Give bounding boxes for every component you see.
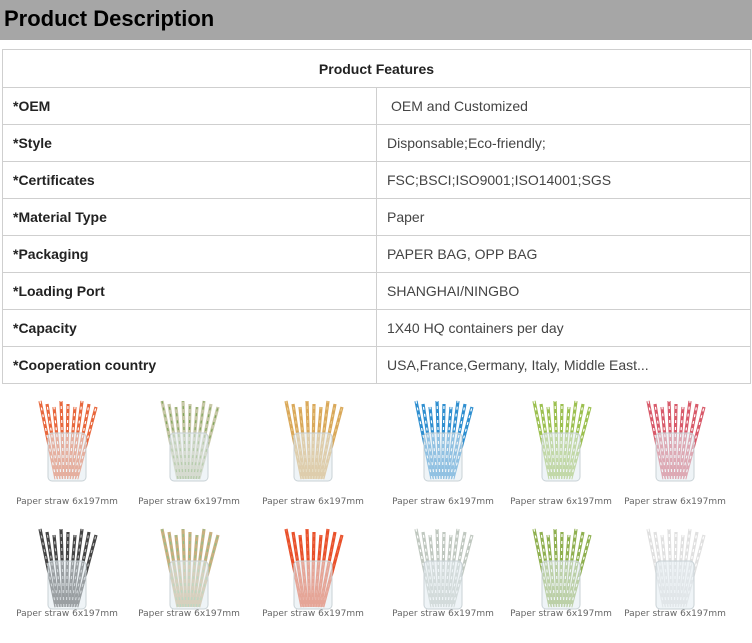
paper-straw-cup-image bbox=[38, 528, 98, 610]
product-image-tile: Paper straw 6x197mm bbox=[388, 395, 498, 515]
product-features-table: Product Features *OEM OEM and Customized… bbox=[2, 49, 751, 384]
product-image-tile: Paper straw 6x197mm bbox=[506, 395, 616, 515]
glass-cup bbox=[541, 432, 581, 482]
table-row: *Capacity 1X40 HQ containers per day bbox=[2, 309, 751, 347]
paper-straw-cup-image bbox=[414, 528, 474, 610]
table-row: *OEM OEM and Customized bbox=[2, 87, 751, 125]
product-image-tile: Paper straw 6x197mm bbox=[506, 523, 616, 643]
row-value: USA,France,Germany, Italy, Middle East..… bbox=[376, 346, 751, 384]
paper-straw-cup-image bbox=[38, 400, 98, 482]
paper-straw-cup-image bbox=[646, 528, 706, 610]
paper-straw-cup-image bbox=[646, 400, 706, 482]
row-key: *Loading Port bbox=[2, 272, 377, 310]
row-key: *Material Type bbox=[2, 198, 377, 236]
row-value: FSC;BSCI;ISO9001;ISO14001;SGS bbox=[376, 161, 751, 199]
row-key: *Certificates bbox=[2, 161, 377, 199]
product-image-tile: Paper straw 6x197mm bbox=[134, 395, 244, 515]
table-row: *Loading Port SHANGHAI/NINGBO bbox=[2, 272, 751, 310]
image-caption: Paper straw 6x197mm bbox=[262, 497, 364, 507]
table-heading: Product Features bbox=[2, 49, 751, 88]
glass-cup bbox=[293, 560, 333, 610]
table-row: *Style Disponsable;Eco-friendly; bbox=[2, 124, 751, 162]
image-caption: Paper straw 6x197mm bbox=[392, 609, 494, 619]
paper-straw-cup-image bbox=[284, 528, 344, 610]
page-header: Product Description bbox=[0, 0, 752, 40]
row-key: *Capacity bbox=[2, 309, 377, 347]
paper-straw-cup-image bbox=[160, 400, 220, 482]
product-image-tile: Paper straw 6x197mm bbox=[12, 395, 122, 515]
table-header-row: Product Features bbox=[2, 49, 751, 88]
image-caption: Paper straw 6x197mm bbox=[624, 497, 726, 507]
row-value: Disponsable;Eco-friendly; bbox=[376, 124, 751, 162]
glass-cup bbox=[47, 432, 87, 482]
paper-straw-cup-image bbox=[284, 400, 344, 482]
glass-cup bbox=[423, 432, 463, 482]
row-key: *OEM bbox=[2, 87, 377, 125]
glass-cup bbox=[293, 432, 333, 482]
product-gallery: Paper straw 6x197mm Paper straw 6x197mm Pa… bbox=[0, 395, 752, 637]
row-key: *Packaging bbox=[2, 235, 377, 273]
table-row: *Material Type Paper bbox=[2, 198, 751, 236]
product-image-tile: Paper straw 6x197mm bbox=[134, 523, 244, 643]
product-image-tile: Paper straw 6x197mm bbox=[12, 523, 122, 643]
table-row: *Cooperation country USA,France,Germany,… bbox=[2, 346, 751, 384]
paper-straw-cup-image bbox=[414, 400, 474, 482]
paper-straw-cup-image bbox=[160, 528, 220, 610]
image-caption: Paper straw 6x197mm bbox=[510, 497, 612, 507]
product-image-tile: Paper straw 6x197mm bbox=[258, 395, 368, 515]
image-caption: Paper straw 6x197mm bbox=[138, 609, 240, 619]
image-caption: Paper straw 6x197mm bbox=[16, 497, 118, 507]
glass-cup bbox=[169, 432, 209, 482]
product-image-tile: Paper straw 6x197mm bbox=[620, 395, 730, 515]
image-caption: Paper straw 6x197mm bbox=[262, 609, 364, 619]
glass-cup bbox=[655, 560, 695, 610]
paper-straw-cup-image bbox=[532, 400, 592, 482]
glass-cup bbox=[169, 560, 209, 610]
glass-cup bbox=[47, 560, 87, 610]
image-caption: Paper straw 6x197mm bbox=[510, 609, 612, 619]
paper-straw-cup-image bbox=[532, 528, 592, 610]
image-caption: Paper straw 6x197mm bbox=[392, 497, 494, 507]
page-title: Product Description bbox=[4, 6, 215, 31]
table-row: *Certificates FSC;BSCI;ISO9001;ISO14001;… bbox=[2, 161, 751, 199]
table-row: *Packaging PAPER BAG, OPP BAG bbox=[2, 235, 751, 273]
image-caption: Paper straw 6x197mm bbox=[624, 609, 726, 619]
row-key: *Cooperation country bbox=[2, 346, 377, 384]
image-caption: Paper straw 6x197mm bbox=[16, 609, 118, 619]
product-image-tile: Paper straw 6x197mm bbox=[620, 523, 730, 643]
row-value: OEM and Customized bbox=[376, 87, 751, 125]
row-value: Paper bbox=[376, 198, 751, 236]
row-key: *Style bbox=[2, 124, 377, 162]
row-value: SHANGHAI/NINGBO bbox=[376, 272, 751, 310]
product-image-tile: Paper straw 6x197mm bbox=[388, 523, 498, 643]
glass-cup bbox=[541, 560, 581, 610]
row-value: PAPER BAG, OPP BAG bbox=[376, 235, 751, 273]
glass-cup bbox=[423, 560, 463, 610]
image-caption: Paper straw 6x197mm bbox=[138, 497, 240, 507]
glass-cup bbox=[655, 432, 695, 482]
product-image-tile: Paper straw 6x197mm bbox=[258, 523, 368, 643]
row-value: 1X40 HQ containers per day bbox=[376, 309, 751, 347]
